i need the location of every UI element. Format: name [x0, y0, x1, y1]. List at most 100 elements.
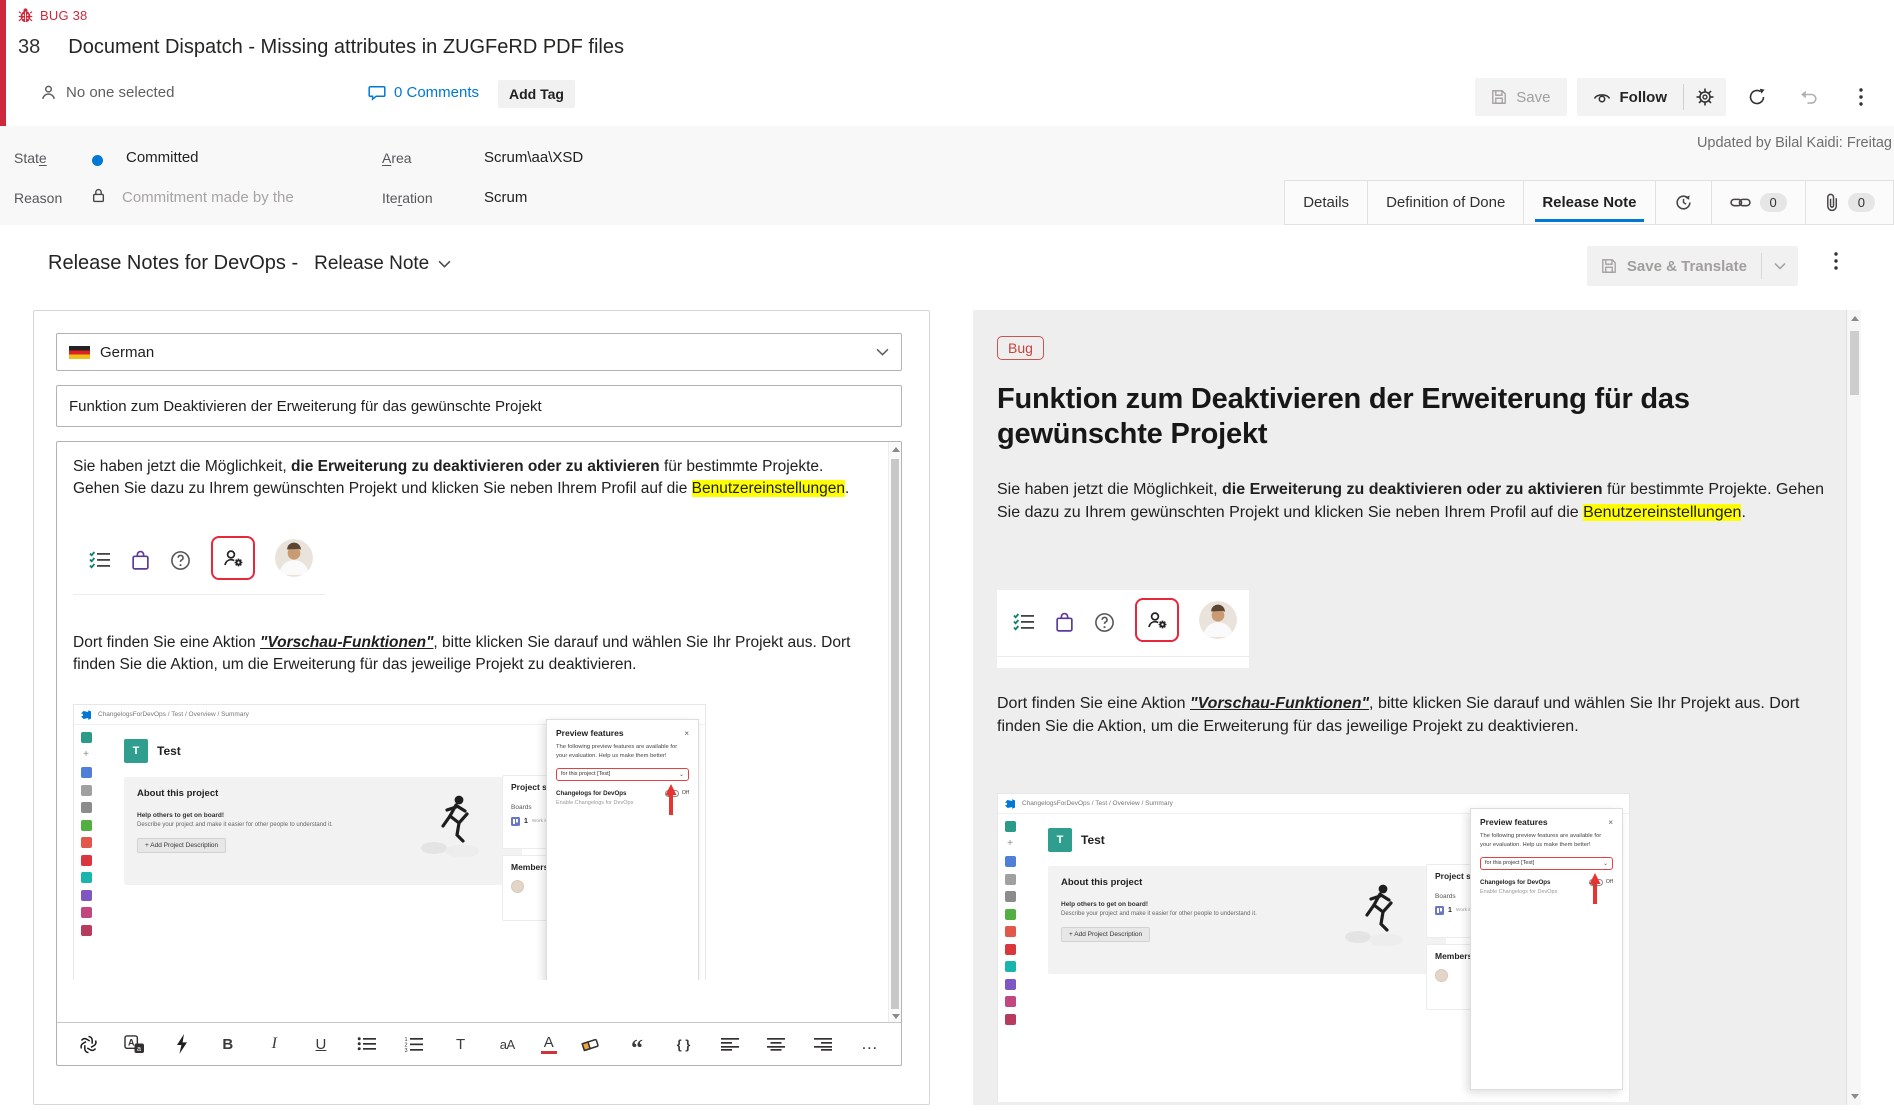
preview-heading: Funktion zum Deaktivieren der Erweiterun… [997, 382, 1787, 452]
ai-assistant-button[interactable] [75, 1031, 101, 1057]
more-formatting-button[interactable]: … [857, 1031, 883, 1057]
assignee-picker[interactable]: No one selected [40, 84, 174, 101]
scrollbar-thumb[interactable] [1850, 331, 1859, 395]
save-icon [1491, 89, 1507, 105]
inline-toolbar-image [997, 590, 1249, 668]
align-left-button[interactable] [717, 1031, 743, 1057]
scroll-down-icon[interactable] [892, 1014, 900, 1019]
underline-button[interactable]: U [308, 1031, 334, 1057]
rail-icon [1005, 874, 1016, 885]
highlighted-text: Benutzereinstellungen [1583, 504, 1741, 521]
rail-icon [81, 907, 92, 918]
scroll-up-icon[interactable] [892, 447, 900, 452]
translate-button[interactable]: Aa [122, 1031, 148, 1057]
chevron-down-icon: ⌄ [679, 771, 684, 778]
user-avatar [275, 539, 313, 577]
screenshot-image-slot: ChangelogsForDevOps / Test / Overview / … [997, 793, 1631, 1102]
font-size-button[interactable]: aA [494, 1031, 520, 1057]
rail-icon [81, 855, 92, 866]
refresh-button[interactable] [1736, 78, 1778, 116]
follow-button[interactable]: Follow [1577, 78, 1684, 116]
save-translate-button[interactable]: Save & Translate [1587, 246, 1798, 286]
font-color-button[interactable]: A [541, 1034, 557, 1054]
chevron-down-icon [876, 348, 889, 356]
state-value[interactable]: Committed [126, 149, 199, 166]
code-button[interactable]: { } [671, 1031, 697, 1057]
updated-by-text: Updated by Bilal Kaidi: Freitag [1697, 135, 1892, 151]
tab-links[interactable]: 0 [1711, 181, 1805, 224]
rail-icon [81, 802, 92, 813]
scrollbar-thumb[interactable] [891, 459, 899, 1009]
bullet-list-button[interactable] [354, 1031, 380, 1057]
paragraph: Sie haben jetzt die Möglichkeit, die Erw… [73, 456, 868, 500]
add-tag-button[interactable]: Add Tag [498, 80, 575, 108]
scroll-down-icon[interactable] [1851, 1094, 1859, 1099]
follow-settings-button[interactable] [1684, 78, 1726, 116]
editor-scrollbar[interactable] [888, 442, 901, 1023]
rail-icon [1005, 979, 1016, 990]
tab-details[interactable]: Details [1285, 181, 1367, 224]
undo-button[interactable] [1788, 78, 1830, 116]
rail-add-icon: + [81, 750, 92, 761]
refresh-icon [1748, 88, 1766, 106]
note-title-input[interactable]: Funktion zum Deaktivieren der Erweiterun… [56, 385, 902, 427]
area-value[interactable]: Scrum\aa\XSD [484, 149, 583, 166]
gear-icon [1696, 88, 1714, 106]
highlighter-eraser-button[interactable] [577, 1031, 603, 1057]
quick-actions-bolt-button[interactable] [168, 1031, 194, 1057]
editor-content[interactable]: Sie haben jetzt die Möglichkeit, die Erw… [57, 442, 888, 1023]
project-avatar: T [1048, 828, 1072, 852]
screenshot-breadcrumb: ChangelogsForDevOps / Test / Overview / … [98, 711, 249, 718]
svg-text:A: A [128, 1037, 135, 1047]
preview-paragraph: Sie haben jetzt die Möglichkeit, die Erw… [997, 478, 1829, 524]
rail-icon [1005, 821, 1016, 832]
text-style-button[interactable]: T [448, 1031, 474, 1057]
shopping-bag-icon [1055, 612, 1074, 633]
close-icon: × [684, 729, 689, 738]
inline-toolbar-image [73, 528, 325, 606]
release-note-more-button[interactable] [1834, 252, 1838, 270]
add-project-description-button: + Add Project Description [1061, 927, 1150, 942]
more-actions-button[interactable] [1840, 78, 1882, 116]
member-avatar [1435, 969, 1448, 982]
rail-icon [1005, 856, 1016, 867]
rail-icon [81, 872, 92, 883]
close-icon: × [1608, 818, 1613, 827]
numbered-list-button[interactable]: 123 [401, 1031, 427, 1057]
screenshot-project-header: T Test [124, 739, 181, 763]
paragraph: Dort finden Sie eine Aktion "Vorschau-Fu… [73, 632, 868, 676]
save-translate-dropdown[interactable] [1762, 246, 1798, 286]
comments-link[interactable]: 0 Comments [368, 84, 479, 101]
tab-release-note[interactable]: Release Note [1523, 181, 1654, 224]
rail-icon [81, 732, 92, 743]
preview-scrollbar[interactable] [1846, 310, 1861, 1105]
release-note-type-select[interactable]: Release Note [314, 253, 451, 275]
kebab-icon [1859, 88, 1863, 106]
svg-text:a: a [137, 1045, 141, 1053]
work-item-title[interactable]: Document Dispatch - Missing attributes i… [68, 36, 624, 59]
rail-icon [81, 925, 92, 936]
person-icon [40, 84, 57, 101]
toolbar-image-slot [73, 528, 872, 606]
state-color-dot [92, 155, 103, 166]
scroll-up-icon[interactable] [1851, 316, 1859, 321]
language-select[interactable]: German [56, 333, 902, 371]
iteration-value[interactable]: Scrum [484, 189, 527, 206]
red-annotation-arrow [665, 784, 677, 816]
rich-text-editor[interactable]: Sie haben jetzt die Möglichkeit, die Erw… [56, 441, 902, 1066]
runner-illustration [1336, 880, 1414, 946]
save-button[interactable]: Save [1475, 78, 1566, 116]
tab-history[interactable] [1655, 181, 1711, 224]
rail-icon [1005, 996, 1016, 1007]
embedded-screenshot-image: ChangelogsForDevOps / Test / Overview / … [997, 793, 1630, 1102]
follow-eye-icon [1593, 91, 1611, 104]
tab-definition-of-done[interactable]: Definition of Done [1367, 181, 1523, 224]
attachments-count-badge: 0 [1848, 193, 1875, 212]
align-center-button[interactable] [764, 1031, 790, 1057]
align-right-button[interactable] [810, 1031, 836, 1057]
blockquote-button[interactable]: “ [624, 1031, 650, 1057]
bold-button[interactable]: B [215, 1031, 241, 1057]
tab-attachments[interactable]: 0 [1805, 181, 1893, 224]
divider [73, 594, 325, 595]
italic-button[interactable]: I [261, 1031, 287, 1057]
